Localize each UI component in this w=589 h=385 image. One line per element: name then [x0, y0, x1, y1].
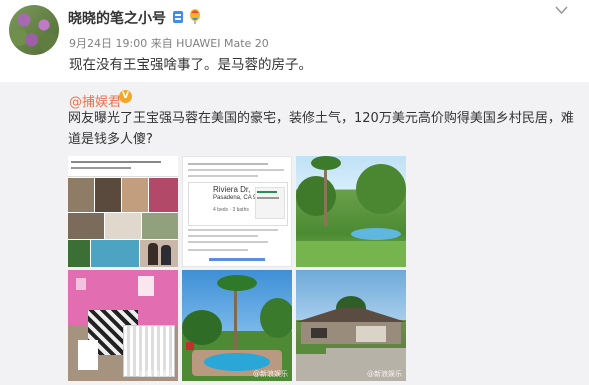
- repost-text: 网友曝光了王宝强马蓉在美国的豪宅，装修土气，120万美元高价购得美国乡村民居，难…: [68, 111, 574, 147]
- image-kids-bedroom[interactable]: @新浪娱乐: [68, 270, 178, 381]
- image-palm-pool[interactable]: @新浪娱乐: [182, 270, 292, 381]
- image-backyard-pool[interactable]: [296, 156, 406, 267]
- image-house-collage[interactable]: [68, 156, 178, 267]
- vip-badge-icon[interactable]: [171, 9, 185, 24]
- post-meta: 9月24日 19:00 来自 HUAWEI Mate 20: [69, 37, 269, 50]
- avatar[interactable]: [9, 5, 59, 55]
- user-badges: [171, 9, 202, 24]
- image-watermark: @新浪娱乐: [367, 370, 402, 378]
- post-text: 现在没有王宝强啥事了。是马蓉的房子。: [69, 57, 312, 73]
- verified-v-icon: V: [119, 90, 132, 103]
- listing-stats: 4 beds · 3 baths: [213, 207, 249, 213]
- chevron-down-icon[interactable]: [555, 4, 568, 19]
- image-listing-card[interactable]: Riviera Dr, Pasadena, CA 91107 4 beds · …: [182, 156, 292, 267]
- image-watermark: @新浪娱乐: [253, 370, 288, 378]
- post-author-name[interactable]: 晓晓的笔之小号: [68, 8, 166, 28]
- listing-address-line1: Riviera Dr,: [213, 185, 251, 194]
- image-watermark: @新浪娱乐: [139, 370, 174, 378]
- balloon-badge-icon[interactable]: [188, 9, 202, 24]
- image-house-front[interactable]: @新浪娱乐: [296, 270, 406, 381]
